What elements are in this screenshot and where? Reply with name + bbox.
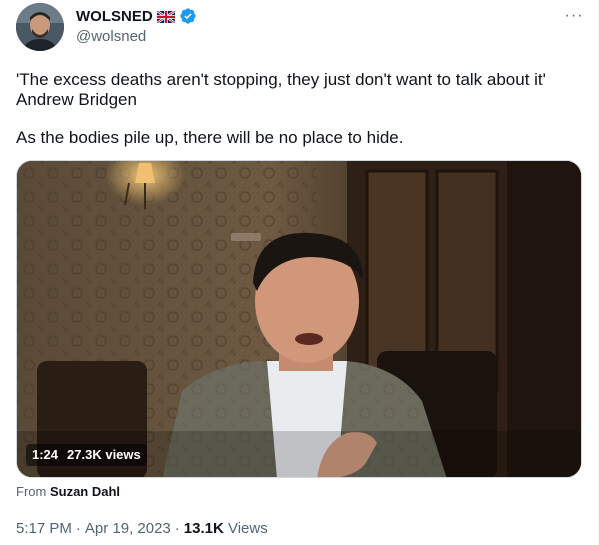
meta-separator: ·: [174, 520, 180, 537]
tweet-metadata: 5:17 PM · Apr 19, 2023 · 13.1K Views: [16, 520, 268, 537]
tweet-text-line-1: 'The excess deaths aren't stopping, they…: [16, 70, 546, 89]
tweet-text-line-2: Andrew Bridgen: [16, 90, 137, 109]
tweet-date[interactable]: Apr 19, 2023: [85, 520, 171, 537]
attribution-source-link[interactable]: Suzan Dahl: [50, 484, 120, 499]
video-player[interactable]: [16, 160, 582, 478]
more-options-icon[interactable]: ···: [562, 4, 586, 28]
tweet-card: WOLSNED @wolsned ··· 'The excess deaths …: [0, 0, 599, 545]
meta-separator: ·: [75, 520, 81, 537]
avatar-image: [16, 3, 64, 51]
tweet-time[interactable]: 5:17 PM: [16, 520, 72, 537]
video-thumbnail: [17, 161, 581, 477]
video-attribution: From Suzan Dahl: [16, 484, 120, 499]
uk-flag-icon: [156, 10, 176, 24]
author-handle[interactable]: @wolsned: [76, 28, 146, 45]
video-info-badge: 1:24 27.3K views: [26, 444, 147, 466]
verified-badge-icon[interactable]: [179, 7, 197, 25]
video-duration: 1:24: [32, 447, 59, 462]
avatar[interactable]: [16, 3, 64, 51]
video-views: 27.3K views: [67, 447, 141, 462]
view-count: 13.1K: [183, 520, 224, 537]
author-display-name[interactable]: WOLSNED: [76, 8, 153, 25]
attribution-prefix: From: [16, 484, 47, 499]
author-name-row: WOLSNED: [76, 6, 197, 26]
views-label: Views: [227, 520, 268, 537]
tweet-text-line-3: As the bodies pile up, there will be no …: [16, 128, 404, 147]
